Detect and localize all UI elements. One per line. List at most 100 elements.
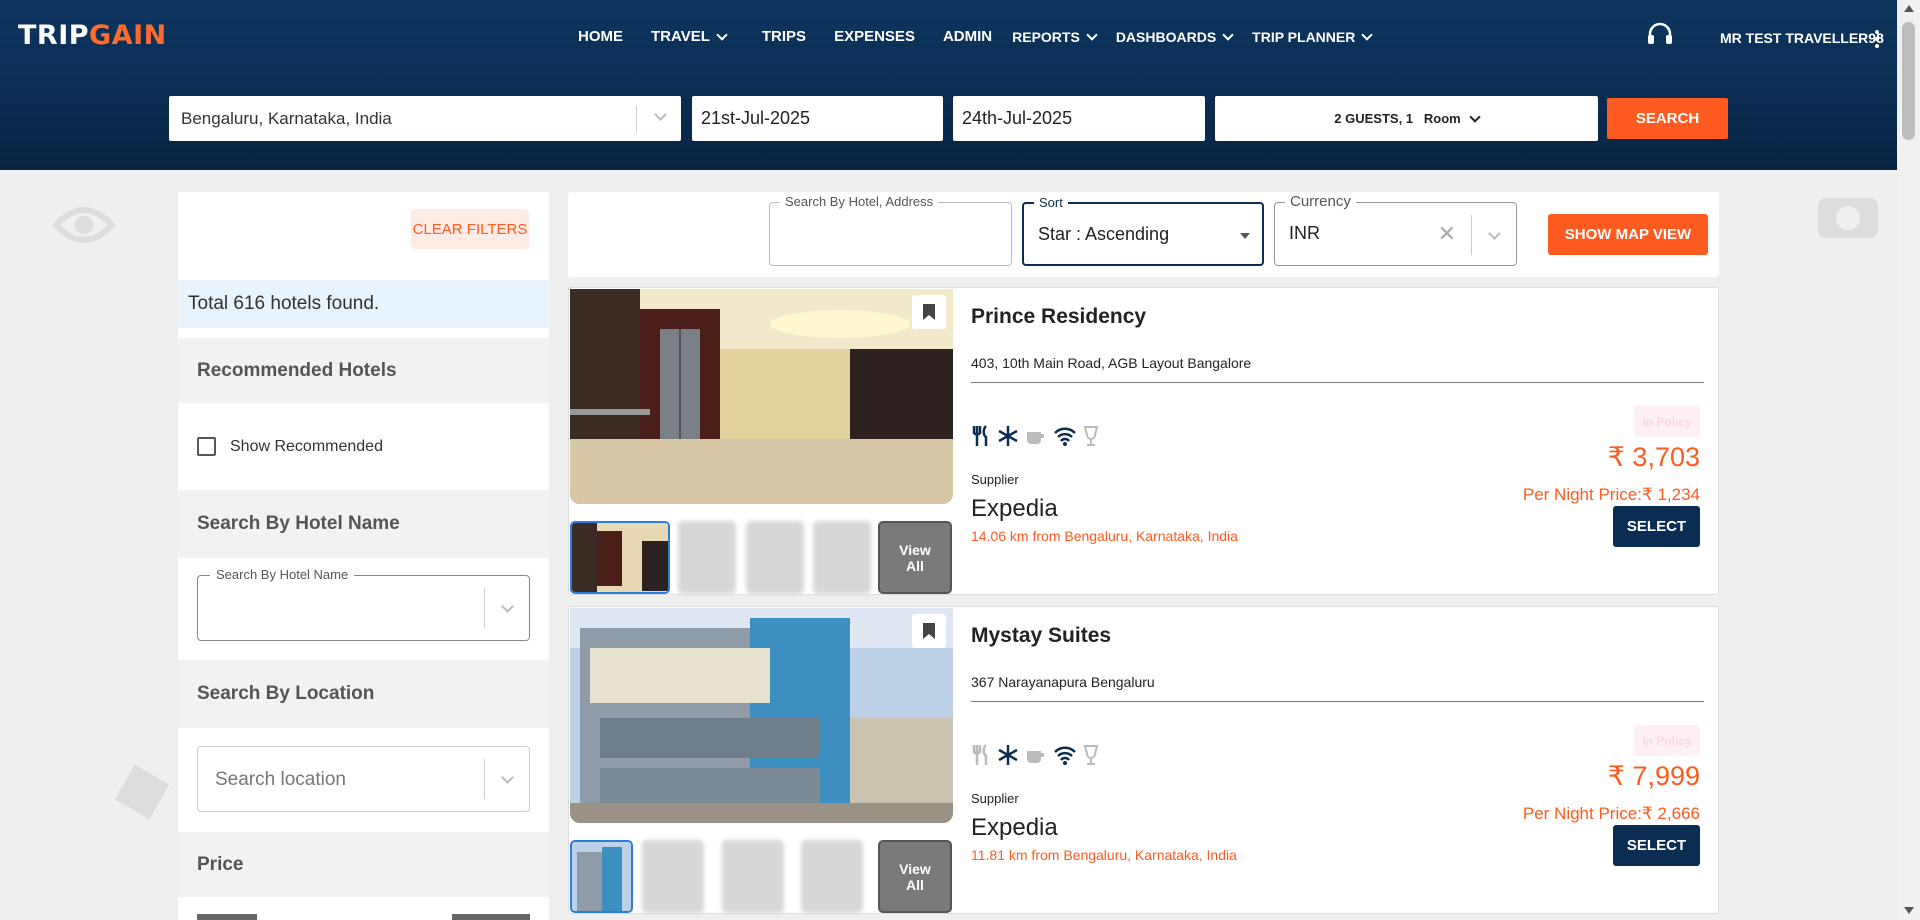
location-search-placeholder: Search location [215, 769, 346, 790]
clear-filters-button[interactable]: CLEAR FILTERS [411, 209, 529, 249]
dropdown-arrow-icon [1240, 233, 1250, 239]
chevron-down-icon[interactable] [501, 600, 514, 613]
tripgain-logo[interactable]: TRIPGAIN [18, 20, 167, 51]
nav-expenses-label: EXPENSES [834, 28, 915, 45]
check-out-date-input[interactable]: 24th-Jul-2025 [953, 96, 1205, 141]
nav-reports-label: REPORTS [1012, 28, 1080, 45]
select-hotel-button[interactable]: SELECT [1613, 506, 1700, 547]
restaurant-icon [971, 425, 991, 447]
price-min-input[interactable] [197, 914, 257, 920]
nav-dashboards[interactable]: DASHBOARDS [1116, 28, 1234, 45]
nav-travel[interactable]: TRAVEL [651, 28, 728, 45]
hotel-main-photo[interactable] [570, 608, 953, 823]
per-night-price: Per Night Price:₹ 1,234 [1522, 485, 1700, 504]
guests-rooms-selector[interactable]: 2 GUESTS, 1 Room [1215, 96, 1598, 141]
sort-label: Sort [1034, 195, 1068, 210]
nav-admin-label: ADMIN [942, 28, 993, 45]
currency-label: Currency [1285, 193, 1356, 210]
chevron-down-icon[interactable] [501, 771, 514, 784]
hotel-card: View All Prince Residency 403, 10th Main… [568, 287, 1719, 595]
bookmark-icon[interactable] [912, 295, 946, 329]
nav-admin[interactable]: ADMIN [943, 28, 992, 45]
scroll-up-arrow-icon[interactable] [1904, 5, 1914, 12]
page-scrollbar[interactable] [1898, 0, 1920, 920]
photo-thumbnail[interactable] [642, 840, 704, 913]
hotel-name-search-field[interactable]: Search By Hotel Name [197, 567, 530, 641]
view-all-label: View All [899, 541, 931, 574]
view-all-photos-button[interactable]: View All [878, 840, 952, 913]
select-separator [1471, 215, 1472, 255]
hotel-address-search-input[interactable]: Search By Hotel, Address [769, 194, 1012, 266]
hotel-total-price: ₹ 7,999 [1607, 761, 1700, 791]
show-recommended-checkbox[interactable] [197, 437, 216, 456]
photo-thumbnail[interactable] [678, 521, 736, 594]
logo-text-gain: GAIN [89, 20, 167, 51]
supplier-label: Supplier [971, 472, 1019, 487]
select-hotel-button[interactable]: SELECT [1613, 825, 1700, 866]
location-select[interactable]: Bengaluru, Karnataka, India [169, 96, 681, 141]
search-button[interactable]: SEARCH [1607, 98, 1728, 139]
price-heading: Price [178, 832, 549, 897]
nav-trip-planner-label: TRIP PLANNER [1252, 28, 1356, 45]
hotel-main-photo[interactable] [570, 289, 953, 504]
headset-icon[interactable] [1647, 22, 1673, 46]
clear-icon[interactable]: ✕ [1438, 221, 1456, 247]
hotel-address: 403, 10th Main Road, AGB Layout Bangalor… [971, 355, 1252, 371]
currency-value: INR [1289, 223, 1320, 243]
nav-home-label: HOME [578, 28, 623, 45]
scroll-thumb[interactable] [1902, 22, 1915, 140]
bookmark-icon[interactable] [912, 614, 946, 648]
show-recommended-label[interactable]: Show Recommended [230, 438, 383, 456]
photo-thumbnail-selected[interactable] [570, 840, 633, 913]
chevron-down-icon[interactable] [654, 108, 667, 121]
more-vert-icon[interactable] [1875, 30, 1879, 48]
coffee-icon [1025, 426, 1047, 446]
hotel-name[interactable]: Prince Residency [971, 305, 1146, 329]
scroll-down-arrow-icon[interactable] [1904, 907, 1914, 914]
bar-icon [1083, 744, 1099, 766]
filters-sidebar: CLEAR FILTERS Total 616 hotels found. Re… [178, 192, 549, 920]
nav-expenses[interactable]: EXPENSES [834, 28, 915, 45]
view-all-photos-button[interactable]: View All [878, 521, 952, 594]
hotel-address: 367 Narayanapura Bengaluru [971, 674, 1155, 690]
hotel-name-heading: Search By Hotel Name [178, 490, 549, 558]
show-map-view-button[interactable]: SHOW MAP VIEW [1548, 214, 1708, 255]
photo-thumbnail[interactable] [722, 840, 784, 913]
chevron-down-icon [1469, 110, 1481, 123]
sort-select[interactable]: Sort Star : Ascending [1022, 195, 1264, 266]
hotel-name-field-label: Search By Hotel Name [210, 567, 355, 582]
policy-badge: In Policy [1634, 725, 1700, 756]
nav-trips[interactable]: TRIPS [762, 28, 806, 45]
user-menu-name[interactable]: MR TEST TRAVELLER98 [1720, 30, 1884, 46]
photo-thumbnail-selected[interactable] [570, 521, 670, 594]
chip-watermark-icon [114, 764, 170, 820]
nav-home[interactable]: HOME [578, 28, 623, 45]
chevron-down-icon[interactable] [1488, 227, 1501, 240]
rooms-label: Room [1423, 111, 1461, 126]
camera-watermark-icon [1818, 198, 1878, 238]
check-in-date-input[interactable]: 21st-Jul-2025 [692, 96, 943, 141]
nav-trip-planner[interactable]: TRIP PLANNER [1252, 28, 1374, 45]
photo-thumbnail[interactable] [746, 521, 804, 594]
currency-select[interactable]: Currency INR ✕ [1274, 193, 1517, 266]
hotel-total-price: ₹ 3,703 [1607, 442, 1700, 472]
price-range-slider[interactable] [197, 914, 530, 920]
hotel-name[interactable]: Mystay Suites [971, 624, 1111, 648]
select-separator [636, 106, 637, 132]
chevron-down-icon [1361, 28, 1374, 41]
select-separator [484, 759, 485, 799]
logo-text-trip: TRIP [18, 20, 90, 51]
photo-thumbnail[interactable] [801, 840, 863, 913]
air-conditioning-icon [997, 744, 1019, 766]
sort-value: Star : Ascending [1038, 224, 1170, 244]
location-search-field[interactable]: Search location [197, 746, 530, 812]
hotel-card: View All Mystay Suites 367 Narayanapura … [568, 606, 1719, 914]
chevron-down-icon [1222, 28, 1234, 41]
price-max-input[interactable] [452, 914, 530, 920]
nav-trips-label: TRIPS [761, 28, 807, 45]
wifi-icon [1053, 426, 1077, 446]
photo-thumbnail[interactable] [813, 521, 871, 594]
nav-reports[interactable]: REPORTS [1012, 28, 1098, 45]
location-heading: Search By Location [178, 660, 549, 728]
location-value: Bengaluru, Karnataka, India [181, 108, 392, 128]
